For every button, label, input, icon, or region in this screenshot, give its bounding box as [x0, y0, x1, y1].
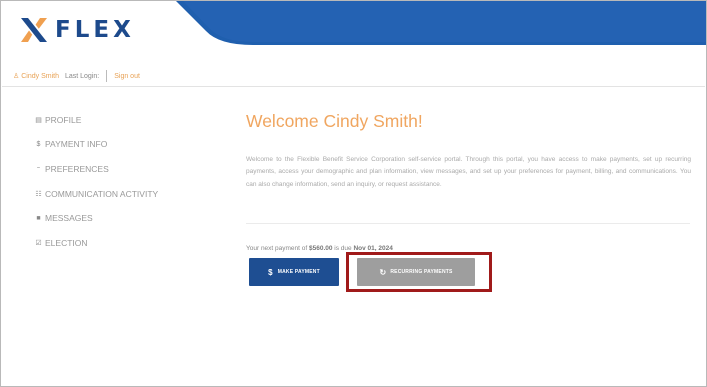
- sidebar-item-profile[interactable]: ▤ PROFILE: [34, 114, 158, 125]
- id-card-icon: ▤: [35, 116, 42, 124]
- sidebar-item-label: ELECTION: [45, 237, 88, 248]
- next-payment-middle: is due: [332, 245, 354, 252]
- sliders-icon: ⁼: [36, 165, 41, 173]
- welcome-title: Welcome Cindy Smith!: [246, 111, 423, 131]
- user-bar: ♙ Cindy Smith Last Login: Sign out: [13, 70, 140, 82]
- next-payment-prefix: Your next payment of: [246, 245, 309, 252]
- sidebar-item-label: COMMUNICATION ACTIVITY: [45, 188, 159, 199]
- last-login-label: Last Login:: [64, 72, 100, 80]
- flex-logo[interactable]: FLEX: [19, 11, 135, 49]
- flex-x-mark-icon: [21, 18, 47, 42]
- next-payment-notice: Your next payment of $560.00 is due Nov …: [246, 245, 393, 252]
- dollar-icon: $: [36, 140, 41, 148]
- sidebar-item-preferences[interactable]: ⁼ PREFERENCES: [34, 163, 158, 174]
- make-payment-label: MAKE PAYMENT: [277, 269, 320, 275]
- next-payment-amount: $560.00: [309, 245, 333, 252]
- logo-text: FLEX: [55, 17, 135, 43]
- user-name-text: Cindy Smith: [21, 73, 59, 80]
- next-payment-date: Nov 01, 2024: [353, 245, 393, 252]
- sidebar-item-communication-activity[interactable]: ☷ COMMUNICATION ACTIVITY: [34, 188, 158, 199]
- dollar-icon: $: [268, 267, 273, 277]
- message-icon: ■: [36, 214, 41, 222]
- sidebar-item-label: PROFILE: [45, 114, 82, 125]
- sidebar-item-payment-info[interactable]: $ PAYMENT INFO: [34, 139, 158, 150]
- header-divider: [2, 86, 705, 87]
- intro-text: Welcome to the Flexible Benefit Service …: [246, 156, 691, 188]
- sidebar-item-election[interactable]: ☑ ELECTION: [34, 237, 158, 248]
- checklist-icon: ☑: [35, 239, 42, 247]
- sidebar-item-messages[interactable]: ■ MESSAGES: [34, 213, 158, 224]
- sign-out-link[interactable]: Sign out: [114, 73, 140, 80]
- userbar-divider: [106, 70, 108, 82]
- user-icon: ♙: [13, 73, 20, 80]
- sidebar-nav: ▤ PROFILE $ PAYMENT INFO ⁼ PREFERENCES ☷…: [34, 114, 158, 262]
- portal-window: FLEX ♙ Cindy Smith Last Login: Sign out …: [0, 0, 707, 387]
- sidebar-item-label: PAYMENT INFO: [45, 139, 108, 150]
- highlight-box: [346, 252, 492, 292]
- sidebar-item-label: MESSAGES: [45, 213, 93, 224]
- sidebar-item-label: PREFERENCES: [45, 163, 109, 174]
- make-payment-button[interactable]: $ MAKE PAYMENT: [249, 258, 339, 286]
- list-icon: ☷: [35, 190, 42, 198]
- user-name-link[interactable]: ♙ Cindy Smith: [13, 72, 59, 80]
- content-divider: [246, 223, 690, 224]
